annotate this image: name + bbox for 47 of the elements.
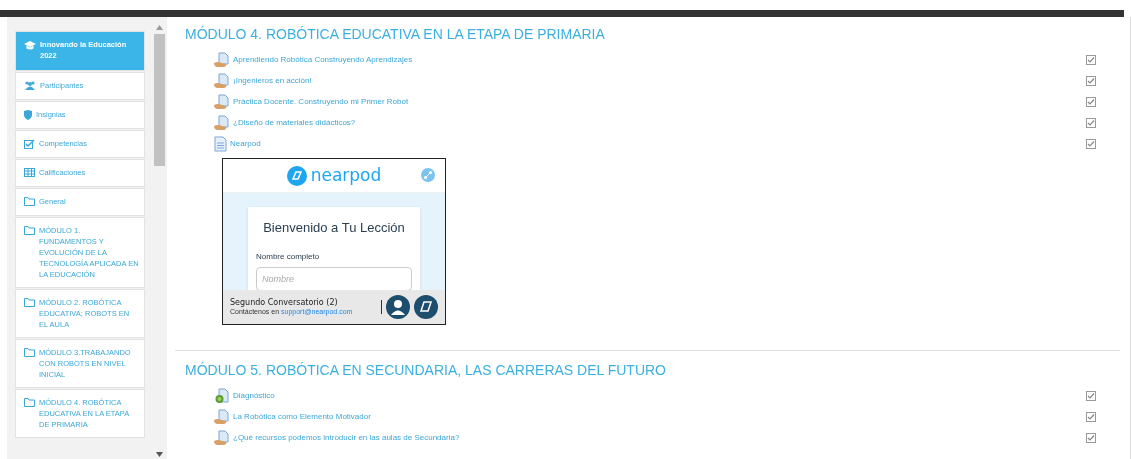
scroll-up-icon[interactable]	[156, 25, 163, 30]
activity-link[interactable]: Aprendiendo Robótica Construyendo Aprendizajes	[233, 53, 413, 66]
graduation-cap-icon	[24, 41, 36, 51]
document-hand-icon	[214, 51, 230, 68]
page-icon	[214, 135, 227, 152]
activity-link[interactable]: ¡Ingenieros en acción!	[233, 74, 312, 87]
document-hand-icon	[214, 93, 230, 110]
document-hand-icon	[214, 114, 230, 131]
welcome-heading: Bienvenido a Tu Lección	[262, 221, 406, 234]
quiz-icon	[214, 387, 230, 404]
nearpod-badge-icon[interactable]	[414, 295, 438, 319]
completion-checkbox[interactable]	[1086, 96, 1096, 107]
activity-link[interactable]: Práctica Docente. Construyendo mi Primer Robot	[233, 95, 409, 108]
share-icon[interactable]	[421, 168, 435, 182]
completion-checkbox[interactable]	[1086, 54, 1096, 65]
folder-icon	[24, 298, 35, 307]
field-label: Nombre completo	[256, 251, 321, 263]
completion-checkbox[interactable]	[1086, 138, 1096, 149]
shield-icon	[24, 110, 32, 120]
completion-checkbox[interactable]	[1086, 432, 1096, 443]
lesson-title: Segundo Conversatorio (2)	[230, 297, 339, 308]
checkbox-icon	[24, 139, 35, 149]
nearpod-wordmark: nearpod	[310, 167, 382, 184]
completion-checkbox[interactable]	[1086, 117, 1096, 128]
document-hand-icon	[214, 408, 230, 425]
table-icon	[24, 168, 35, 177]
document-hand-icon	[214, 429, 230, 446]
scroll-down-icon[interactable]	[156, 452, 163, 457]
completion-checkbox[interactable]	[1086, 75, 1096, 86]
completion-checkbox[interactable]	[1086, 390, 1096, 401]
document-hand-icon	[214, 72, 230, 89]
activity-link[interactable]: Nearpod	[230, 137, 261, 150]
folder-icon	[24, 226, 35, 235]
completion-checkbox[interactable]	[1086, 411, 1096, 422]
users-icon	[24, 81, 36, 90]
nearpod-logo-icon	[286, 165, 307, 186]
activity-link[interactable]: Diagnóstico	[233, 389, 275, 402]
section-title: MÓDULO 5. ROBÓTICA EN SECUNDARIA, LAS CARRERAS DEL FUTURO	[185, 361, 667, 379]
section-title: MÓDULO 4. ROBÓTICA EDUCATIVA EN LA ETAPA DE PRIMARIA	[185, 25, 606, 43]
folder-icon	[24, 197, 35, 206]
folder-icon	[24, 348, 35, 357]
folder-icon	[24, 398, 35, 407]
activity-link[interactable]: La Robótica como Elemento Motivador	[233, 410, 371, 423]
user-avatar-icon[interactable]	[386, 295, 410, 319]
activity-link[interactable]: ¿Qué recursos podemos introducir en las aulas de Secundaria?	[233, 431, 460, 444]
scrollbar-thumb[interactable]	[154, 34, 165, 166]
activity-link[interactable]: ¿Diseño de materiales didácticos?	[233, 116, 356, 129]
